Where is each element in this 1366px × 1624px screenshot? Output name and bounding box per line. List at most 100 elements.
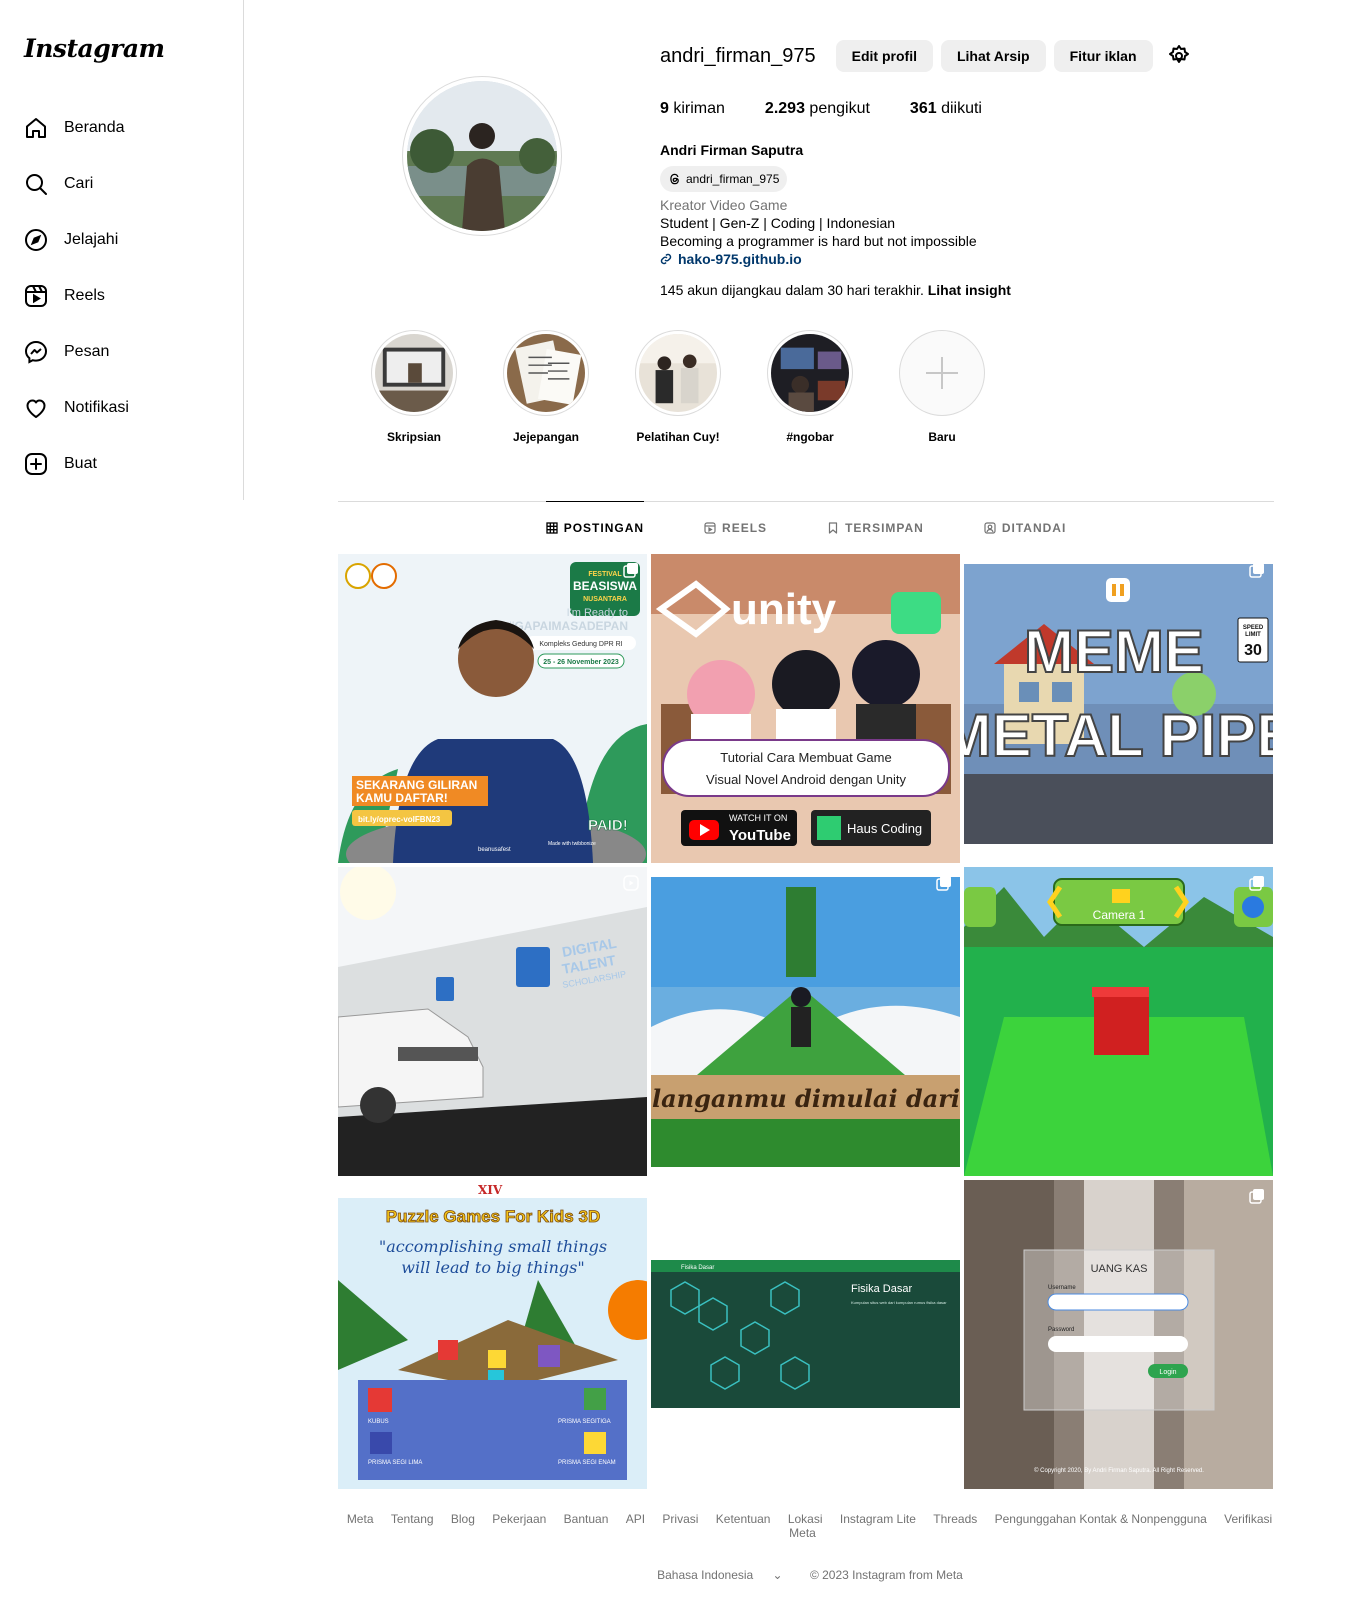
post-text: NUSANTARA xyxy=(583,596,627,603)
story-highlights: Skripsian Jejepangan Pelatihan Cuy! #ngo… xyxy=(370,330,1030,444)
post-text: #GAPAIMASADEPAN xyxy=(508,619,628,633)
profile-link[interactable]: hako-975.github.io xyxy=(660,250,1220,268)
post-tile[interactable]: Camera 1 xyxy=(964,867,1273,1176)
footer-link[interactable]: Meta xyxy=(347,1512,374,1526)
sidebar-item-notifikasi[interactable]: Notifikasi xyxy=(12,384,232,432)
plus-icon xyxy=(926,357,958,389)
grid-icon xyxy=(546,521,558,534)
multi-post-icon xyxy=(1249,563,1264,578)
threads-icon xyxy=(670,173,679,185)
link-icon xyxy=(660,253,672,265)
sidebar-item-pesan[interactable]: Pesan xyxy=(12,328,232,376)
threads-badge[interactable]: andri_firman_975 xyxy=(660,166,788,192)
footer-link[interactable]: Instagram Lite xyxy=(840,1512,916,1526)
highlight-thumbnail xyxy=(639,334,717,412)
sidebar-item-buat[interactable]: Buat xyxy=(12,440,232,488)
profile-info: andri_firman_975 Edit profil Lihat Arsip… xyxy=(660,38,1220,298)
highlight-item[interactable]: #ngobar xyxy=(766,330,854,444)
post-tile[interactable]: XIV Puzzle Games For Kids 3D "accomplish… xyxy=(338,1180,647,1489)
sidebar-item-label: Reels xyxy=(64,287,105,304)
sidebar-item-label: Notifikasi xyxy=(64,399,129,416)
instagram-logo[interactable]: Instagram xyxy=(24,34,165,63)
post-image: Fisika Dasar Fisika Dasar Kumpulan situs… xyxy=(651,1180,960,1489)
view-archive-button[interactable]: Lihat Arsip xyxy=(940,40,1046,72)
footer-link[interactable]: Pengunggahan Kontak & Nonpengguna xyxy=(995,1512,1207,1526)
post-image: UANG KAS Username Password Login © Copyr… xyxy=(964,1180,1273,1489)
search-icon xyxy=(26,174,47,195)
footer-link[interactable]: Lokasi xyxy=(788,1512,823,1526)
post-text: will lead to big things" xyxy=(401,1258,584,1277)
post-tile[interactable]: DIGITAL TALENT SCHOLARSHIP xyxy=(338,867,647,1176)
post-text: PRISMA SEGITIGA xyxy=(558,1419,611,1425)
post-text: bit.ly/oprec-volFBN23 xyxy=(358,815,441,824)
footer-link[interactable]: API xyxy=(626,1512,645,1526)
posts-count: 9 kiriman xyxy=(660,100,725,117)
post-text: langanmu dimulai dari xyxy=(652,1084,960,1113)
post-text: SPEED xyxy=(1243,625,1264,631)
post-tile[interactable]: unity Tutorial Cara Membuat Game Visual … xyxy=(651,554,960,863)
footer-link[interactable]: Pekerjaan xyxy=(492,1512,546,1526)
bio-line: Becoming a programmer is hard but not im… xyxy=(660,233,977,249)
post-text: © Copyright 2020, By Andri Firman Saputr… xyxy=(1034,1467,1204,1474)
sidebar-item-reels[interactable]: Reels xyxy=(12,272,232,320)
sidebar-item-label: Jelajahi xyxy=(64,231,119,248)
highlight-thumbnail xyxy=(771,334,849,412)
footer-link[interactable]: Tentang xyxy=(391,1512,434,1526)
following-count[interactable]: 361 diikuti xyxy=(910,100,982,118)
reel-icon xyxy=(623,875,639,891)
profile-bio: Kreator Video Game Student | Gen-Z | Cod… xyxy=(660,196,1220,268)
post-text: PAID! xyxy=(588,817,628,834)
footer-meta: Bahasa Indonesia ⌄ © 2023 Instagram from… xyxy=(338,1568,1274,1582)
footer-link[interactable]: Blog xyxy=(451,1512,475,1526)
post-image: langanmu dimulai dari xyxy=(651,867,960,1176)
post-text: Puzzle Games For Kids 3D xyxy=(386,1207,600,1226)
post-text: "accomplishing small things xyxy=(379,1237,607,1256)
footer-link[interactable]: Privasi xyxy=(662,1512,698,1526)
post-image: Camera 1 xyxy=(964,867,1273,1176)
post-tile[interactable]: SPEED LIMIT 30 MEME METAL PIPE xyxy=(964,554,1273,863)
highlight-thumbnail xyxy=(375,334,453,412)
threads-handle: andri_firman_975 xyxy=(686,172,780,186)
post-text: MEME xyxy=(1024,618,1204,685)
sidebar-item-label: Buat xyxy=(64,455,97,472)
footer-link[interactable]: Ketentuan xyxy=(716,1512,771,1526)
footer-link[interactable]: Threads xyxy=(933,1512,977,1526)
highlight-item[interactable]: Skripsian xyxy=(370,330,458,444)
post-tile[interactable]: UANG KAS Username Password Login © Copyr… xyxy=(964,1180,1273,1489)
ad-tools-button[interactable]: Fitur iklan xyxy=(1053,40,1153,72)
profile-avatar[interactable] xyxy=(402,76,562,236)
footer-links: Meta Tentang Blog Pekerjaan Bantuan API … xyxy=(338,1512,1274,1540)
post-text: XIV xyxy=(478,1183,503,1197)
post-text: 30 xyxy=(1244,642,1262,659)
edit-profile-button[interactable]: Edit profil xyxy=(835,40,933,72)
post-text: METAL PIPE xyxy=(964,702,1273,769)
gear-icon[interactable] xyxy=(1167,44,1191,68)
new-highlight-button[interactable]: Baru xyxy=(898,330,986,444)
post-text: Visual Novel Android dengan Unity xyxy=(706,772,906,787)
sidebar-item-beranda[interactable]: Beranda xyxy=(12,104,232,152)
followers-count[interactable]: 2.293 pengikut xyxy=(765,100,870,118)
tab-ditandai[interactable]: DITANDAI xyxy=(984,501,1066,553)
post-text: UANG KAS xyxy=(1091,1263,1148,1275)
bookmark-icon xyxy=(828,521,838,534)
language-selector[interactable]: Bahasa Indonesia ⌄ xyxy=(649,1568,790,1582)
sidebar-item-cari[interactable]: Cari xyxy=(12,160,232,208)
post-image: FESTIVAL BEASISWA NUSANTARA I'm Ready to… xyxy=(338,554,647,863)
view-insight-link[interactable]: Lihat insight xyxy=(928,282,1011,298)
post-text: Password xyxy=(1048,1327,1074,1333)
footer-link[interactable]: Bantuan xyxy=(564,1512,609,1526)
sidebar-item-jelajahi[interactable]: Jelajahi xyxy=(12,216,232,264)
avatar-image xyxy=(407,81,557,231)
sidebar-item-label: Cari xyxy=(64,175,94,192)
tab-postingan[interactable]: POSTINGAN xyxy=(545,501,645,553)
post-tile[interactable]: FESTIVAL BEASISWA NUSANTARA I'm Ready to… xyxy=(338,554,647,863)
post-text: Fisika Dasar xyxy=(851,1283,912,1295)
post-tile[interactable]: langanmu dimulai dari xyxy=(651,867,960,1176)
multi-post-icon xyxy=(1249,876,1264,891)
tab-tersimpan[interactable]: TERSIMPAN xyxy=(827,501,924,553)
highlight-item[interactable]: Pelatihan Cuy! xyxy=(634,330,722,444)
tab-reels[interactable]: REELS xyxy=(704,501,767,553)
post-image: DIGITAL TALENT SCHOLARSHIP xyxy=(338,867,647,1176)
highlight-item[interactable]: Jejepangan xyxy=(502,330,590,444)
post-tile[interactable]: Fisika Dasar Fisika Dasar Kumpulan situs… xyxy=(651,1180,960,1489)
